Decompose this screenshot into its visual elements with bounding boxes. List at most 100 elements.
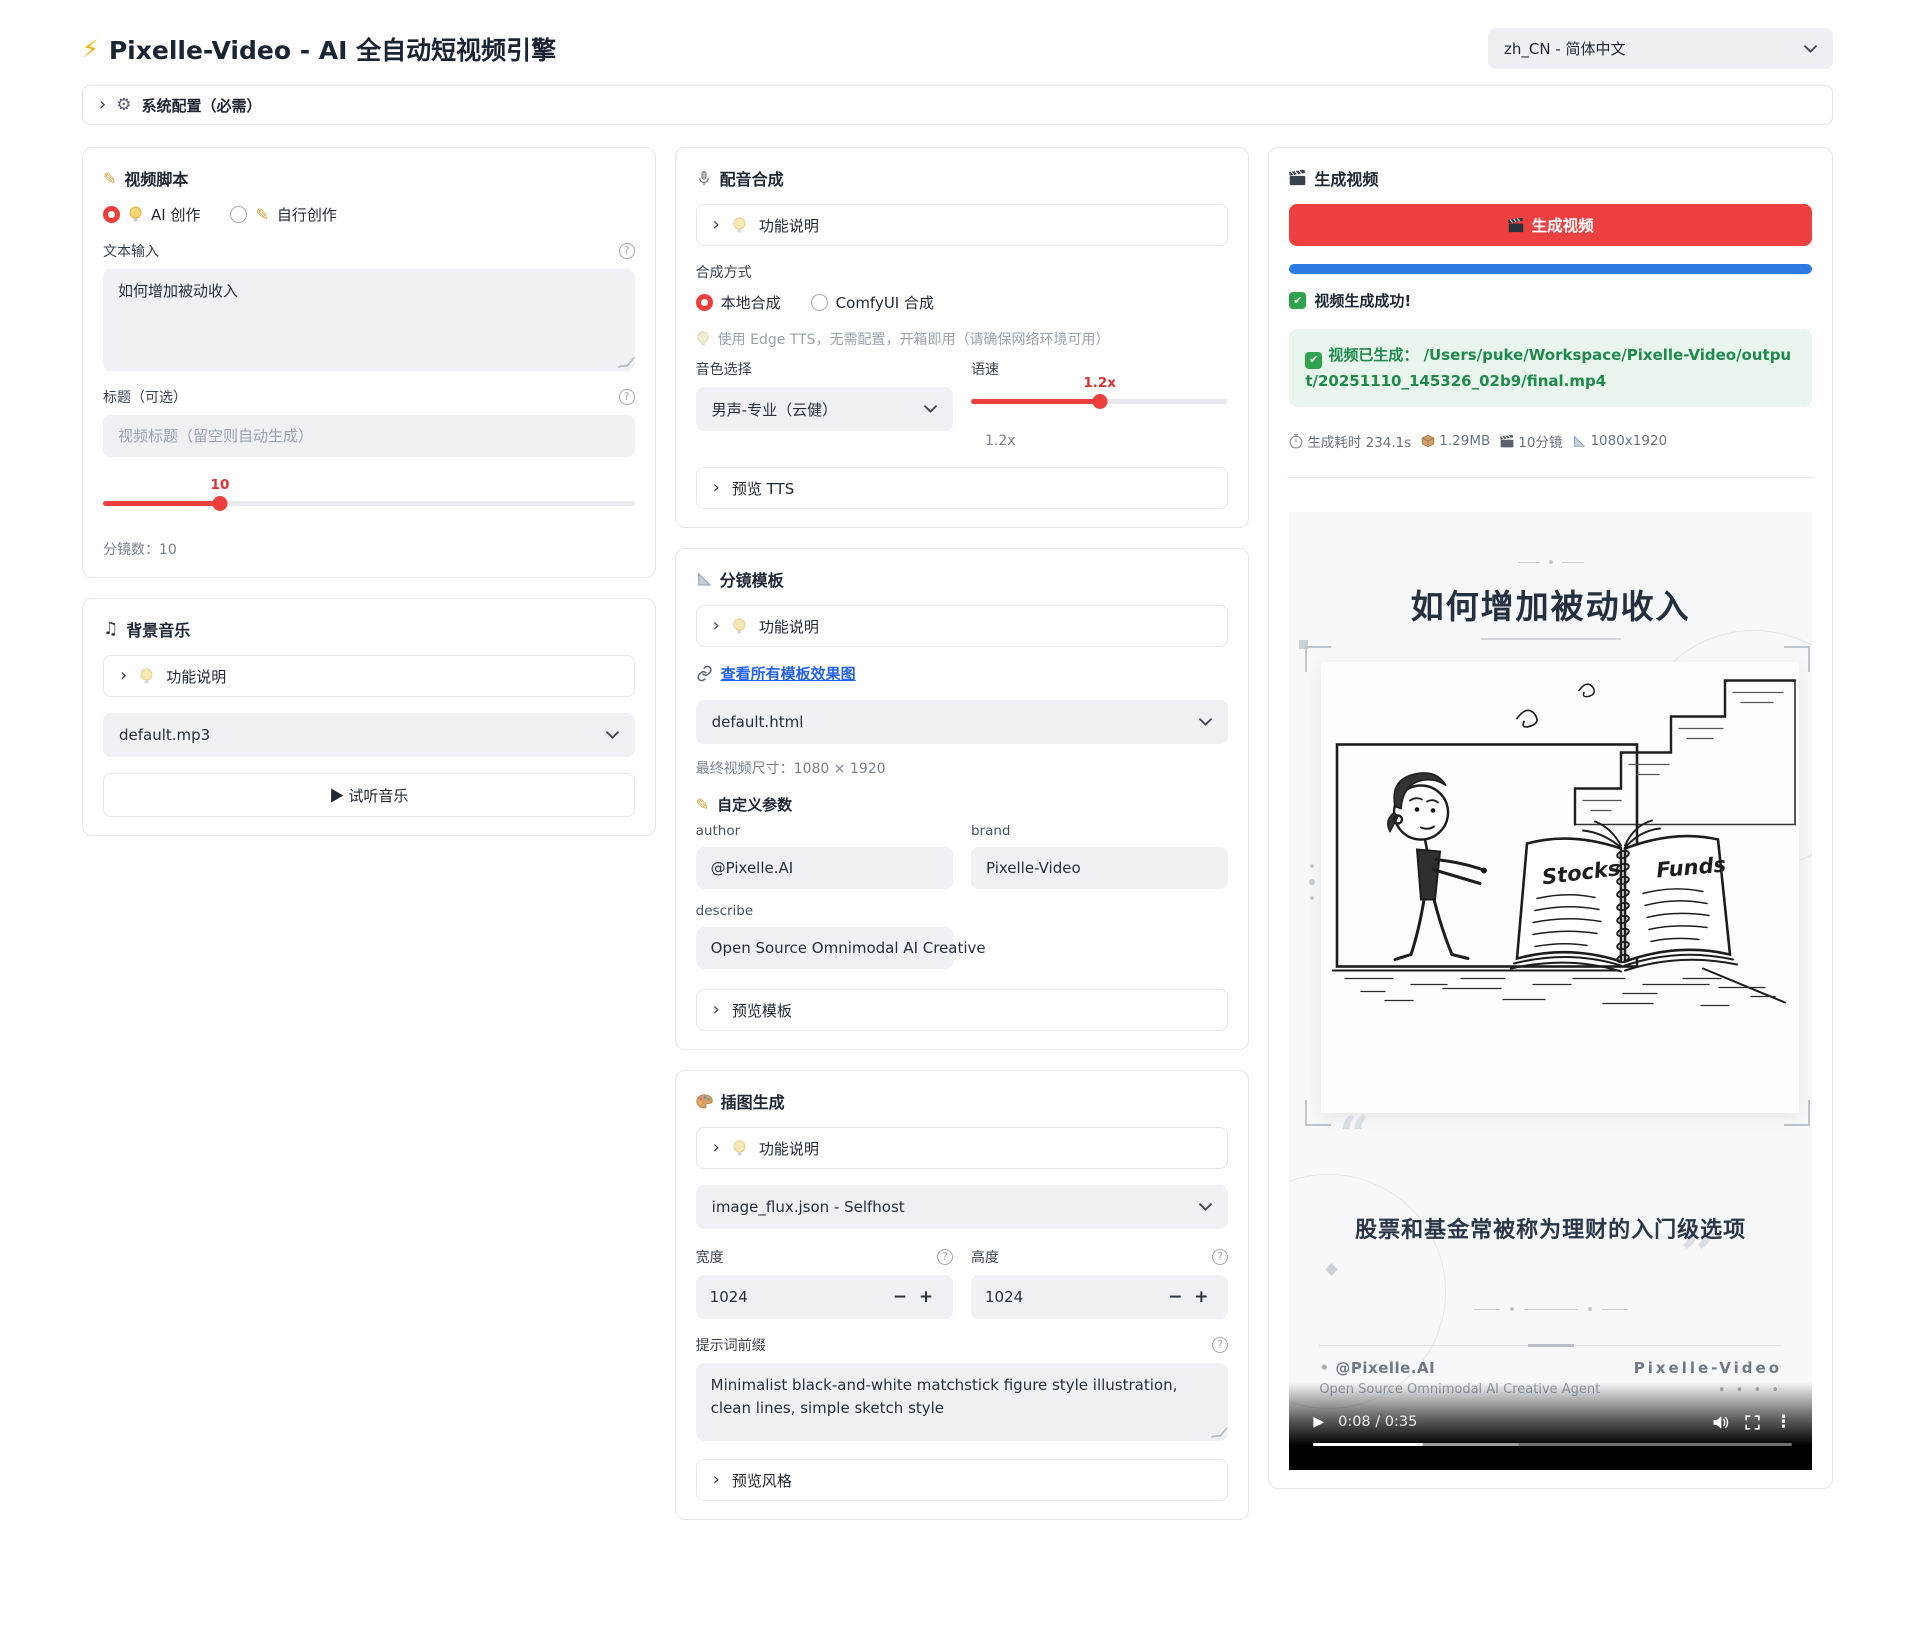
generate-video-button[interactable]: 生成视频 xyxy=(1289,204,1812,246)
stat-size-text: 1.29MB xyxy=(1439,433,1490,449)
tts-preview-accordion[interactable]: 预览 TTS xyxy=(696,467,1229,509)
prompt-prefix-value: Minimalist black-and-white matchstick fi… xyxy=(711,1376,1178,1417)
stat-scenes-text: 10分镜 xyxy=(1518,431,1562,451)
voice-select[interactable]: 男声-专业（云健） xyxy=(696,387,953,431)
resize-handle-icon[interactable] xyxy=(1211,1427,1229,1437)
stopwatch-icon xyxy=(1289,434,1303,449)
workflow-select[interactable]: image_flux.json - Selfhost xyxy=(696,1185,1229,1229)
template-help-accordion[interactable]: 功能说明 xyxy=(696,605,1229,647)
music-note-icon xyxy=(103,619,118,639)
describe-input[interactable]: Open Source Omnimodal AI Creative xyxy=(696,927,953,969)
help-icon[interactable] xyxy=(1212,1249,1228,1265)
play-button[interactable] xyxy=(1313,1414,1324,1430)
stat-time-text: 生成耗时 234.1s xyxy=(1307,431,1411,451)
more-options-icon[interactable] xyxy=(1775,1412,1792,1432)
template-card: 分镜模板 功能说明 查看所有模板效果图 default.html 最终视频尺寸：… xyxy=(675,548,1250,1050)
template-file-select[interactable]: default.html xyxy=(696,700,1229,744)
volume-icon[interactable] xyxy=(1711,1414,1730,1431)
width-value[interactable]: 1024 xyxy=(710,1288,887,1306)
resize-handle-icon[interactable] xyxy=(617,357,635,367)
tts-preview-label: 预览 TTS xyxy=(732,478,794,499)
slider-fill xyxy=(971,399,1100,404)
increment-button[interactable] xyxy=(1188,1287,1214,1307)
tts-card-title: 配音合成 xyxy=(720,166,784,190)
video-title-input-wrap xyxy=(103,415,635,457)
voice-speed-row: 音色选择 男声-专业（云健） 语速 1.2x xyxy=(696,359,1229,449)
package-icon xyxy=(1421,434,1435,448)
template-gallery-link[interactable]: 查看所有模板效果图 xyxy=(721,663,856,684)
page-title: Pixelle-Video - AI 全自动短视频引擎 xyxy=(109,31,556,67)
radio-ai-label: AI 创作 xyxy=(151,204,200,225)
radio-comfyui-tts[interactable]: ComfyUI 合成 xyxy=(811,292,934,313)
video-slide-title: 如何增加被动收入 xyxy=(1289,580,1812,628)
decrement-button[interactable] xyxy=(1162,1287,1188,1307)
radio-local-label: 本地合成 xyxy=(721,292,781,313)
decrement-button[interactable] xyxy=(887,1287,913,1307)
check-icon xyxy=(1305,352,1322,369)
template-preview-accordion[interactable]: 预览模板 xyxy=(696,989,1229,1031)
ornament-bottom xyxy=(1289,1307,1812,1311)
main-columns: 视频脚本 AI 创作 自行创作 文本输入 xyxy=(82,147,1833,1520)
tts-hint-row: 使用 Edge TTS，无需配置，开箱即用（请确保网络环境可用） xyxy=(696,329,1229,349)
music-help-accordion[interactable]: 功能说明 xyxy=(103,655,635,697)
brand-col: brand Pixelle-Video xyxy=(971,823,1228,889)
script-text-value: 如何增加被动收入 xyxy=(118,282,238,300)
left-column: 视频脚本 AI 创作 自行创作 文本输入 xyxy=(82,147,656,836)
gear-icon xyxy=(116,95,131,115)
increment-button[interactable] xyxy=(913,1287,939,1307)
height-value[interactable]: 1024 xyxy=(985,1288,1162,1306)
chevron-right-icon xyxy=(713,1471,720,1489)
bullet-icon: • xyxy=(1319,1359,1329,1377)
height-stepper: 1024 xyxy=(971,1275,1228,1319)
prompt-prefix-area[interactable]: Minimalist black-and-white matchstick fi… xyxy=(696,1363,1229,1441)
chevron-right-icon xyxy=(713,617,720,635)
help-icon[interactable] xyxy=(937,1249,953,1265)
radio-selected-icon xyxy=(103,206,120,223)
speed-slider[interactable]: 1.2x xyxy=(971,381,1228,419)
help-icon[interactable] xyxy=(619,389,635,405)
language-select[interactable]: zh_CN - 简体中文 xyxy=(1488,28,1833,69)
bulb-icon xyxy=(139,668,154,685)
chevron-down-icon xyxy=(1804,45,1817,53)
storyboard-slider[interactable]: 10 xyxy=(103,483,635,521)
author-input[interactable]: @Pixelle.AI xyxy=(696,847,953,889)
help-icon[interactable] xyxy=(1212,1337,1228,1353)
author-label: author xyxy=(696,823,953,839)
script-text-area[interactable]: 如何增加被动收入 xyxy=(103,269,635,371)
style-preview-accordion[interactable]: 预览风格 xyxy=(696,1459,1229,1501)
brand-input[interactable]: Pixelle-Video xyxy=(971,847,1228,889)
slider-thumb[interactable] xyxy=(212,496,227,511)
image-help-accordion[interactable]: 功能说明 xyxy=(696,1127,1229,1169)
radio-ai-create[interactable]: AI 创作 xyxy=(103,204,200,225)
radio-local-tts[interactable]: 本地合成 xyxy=(696,292,781,313)
slider-thumb[interactable] xyxy=(1092,394,1107,409)
slider-value-label: 10 xyxy=(211,477,230,493)
style-preview-label: 预览风格 xyxy=(732,1470,792,1491)
generate-card-title: 生成视频 xyxy=(1314,166,1378,190)
tts-accordion-label: 功能说明 xyxy=(759,215,819,236)
lightning-icon: ⚡ xyxy=(82,35,99,63)
check-icon xyxy=(1289,292,1306,309)
describe-col: describe Open Source Omnimodal AI Creati… xyxy=(696,903,953,969)
success-text: 视频生成成功! xyxy=(1314,290,1411,311)
bulb-icon xyxy=(128,206,143,223)
generate-card: 生成视频 生成视频 视频生成成功! 视频已生成： /Users/puke/Wor… xyxy=(1268,147,1833,1489)
play-music-button[interactable]: ▶ 试听音乐 xyxy=(103,773,635,817)
app-page: ⚡ Pixelle-Video - AI 全自动短视频引擎 zh_CN - 简体… xyxy=(0,0,1915,1629)
voice-col: 音色选择 男声-专业（云健） xyxy=(696,359,953,449)
system-config-accordion[interactable]: 系统配置（必需） xyxy=(82,85,1833,125)
tts-help-accordion[interactable]: 功能说明 xyxy=(696,204,1229,246)
ornament-top xyxy=(1289,560,1812,564)
music-file-select[interactable]: default.mp3 xyxy=(103,713,635,757)
video-title-input[interactable] xyxy=(118,427,620,445)
palette-icon xyxy=(696,1094,713,1109)
music-card-title-row: 背景音乐 xyxy=(103,617,635,641)
link-icon xyxy=(696,665,713,682)
custom-params-title-row: 自定义参数 xyxy=(696,794,1229,815)
help-icon[interactable] xyxy=(619,243,635,259)
video-player[interactable]: 如何增加被动收入 xyxy=(1289,512,1812,1470)
workflow-value: image_flux.json - Selfhost xyxy=(712,1198,905,1216)
radio-manual-create[interactable]: 自行创作 xyxy=(230,204,336,225)
fullscreen-icon[interactable] xyxy=(1744,1414,1761,1431)
video-progress-track[interactable] xyxy=(1313,1443,1792,1447)
